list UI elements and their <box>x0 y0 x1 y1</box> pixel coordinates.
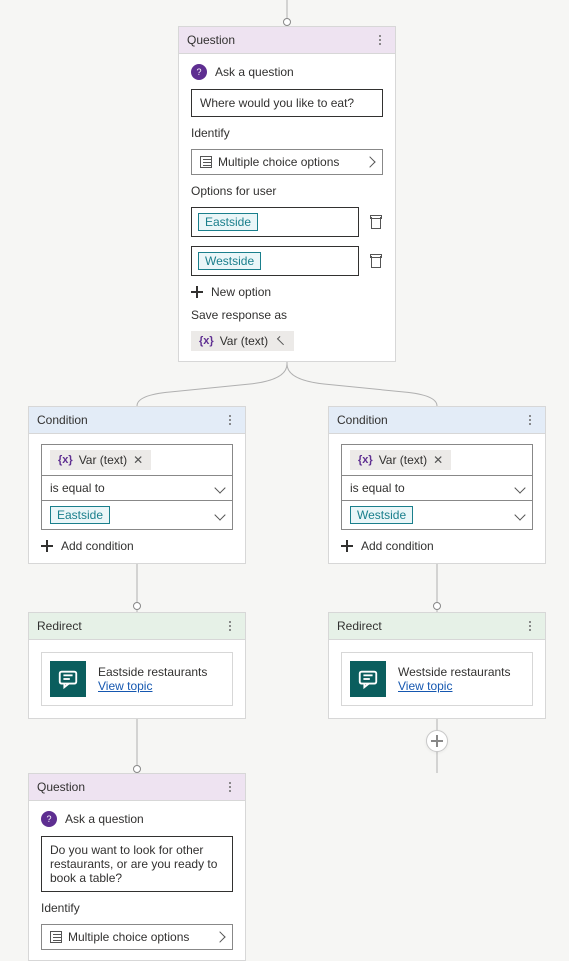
redirect-node: Redirect Eastside restaurants View topic <box>28 612 246 719</box>
connector-node <box>133 765 141 773</box>
node-header-title: Question <box>187 33 235 47</box>
option-chip: Westside <box>198 252 261 270</box>
condition-node-header[interactable]: Condition <box>329 407 545 434</box>
node-header-title: Question <box>37 780 85 794</box>
topic-icon <box>350 661 386 697</box>
view-topic-link[interactable]: View topic <box>398 679 452 693</box>
topic-icon <box>50 661 86 697</box>
identify-value: Multiple choice options <box>68 930 189 944</box>
options-label: Options for user <box>191 184 383 198</box>
variable-prefix: {x} <box>58 454 73 466</box>
more-icon[interactable] <box>523 619 537 633</box>
chevron-right-icon <box>364 156 375 167</box>
operator-dropdown[interactable]: is equal to <box>42 475 232 500</box>
variable-pill[interactable]: {x} Var (text) <box>191 331 294 351</box>
add-condition-label: Add condition <box>361 539 434 553</box>
condition-value-chip: Westside <box>350 506 413 524</box>
add-condition-button[interactable]: Add condition <box>41 539 233 553</box>
redirect-card: Eastside restaurants View topic <box>41 652 233 706</box>
add-node-button[interactable] <box>426 730 448 752</box>
identify-label: Identify <box>191 126 383 140</box>
operator-text: is equal to <box>50 481 105 495</box>
chevron-down-icon <box>214 509 225 520</box>
more-icon[interactable] <box>223 619 237 633</box>
connector-node <box>283 18 291 26</box>
variable-prefix: {x} <box>358 454 373 466</box>
question-prompt-input[interactable]: Do you want to look for other restaurant… <box>41 836 233 892</box>
delete-option-button[interactable] <box>369 254 383 268</box>
condition-value-chip: Eastside <box>50 506 110 524</box>
question-node: Question ? Ask a question Where would yo… <box>178 26 396 362</box>
plus-icon <box>431 735 443 747</box>
variable-name: Var (text) <box>379 453 427 467</box>
variable-name: Var (text) <box>79 453 127 467</box>
node-header-title: Redirect <box>37 619 82 633</box>
chevron-down-icon <box>514 482 525 493</box>
delete-option-button[interactable] <box>369 215 383 229</box>
question-node-header[interactable]: Question <box>179 27 395 54</box>
condition-node: Condition {x} Var (text) ✕ is equal to W… <box>328 406 546 564</box>
chevron-down-icon <box>214 482 225 493</box>
question-prompt-text: Where would you like to eat? <box>200 96 354 110</box>
variable-name: Var (text) <box>220 334 268 348</box>
option-chip: Eastside <box>198 213 258 231</box>
plus-icon <box>191 286 203 298</box>
identify-value: Multiple choice options <box>218 155 339 169</box>
condition-value-dropdown[interactable]: Westside <box>342 500 532 529</box>
more-icon[interactable] <box>373 33 387 47</box>
redirect-node: Redirect Westside restaurants View topic <box>328 612 546 719</box>
question-node: Question ? Ask a question Do you want to… <box>28 773 246 961</box>
new-option-button[interactable]: New option <box>191 285 383 299</box>
redirect-title: Eastside restaurants <box>98 665 207 679</box>
question-prompt-input[interactable]: Where would you like to eat? <box>191 89 383 117</box>
condition-variable-chip[interactable]: {x} Var (text) ✕ <box>50 450 151 470</box>
node-header-title: Condition <box>37 413 88 427</box>
question-node-header[interactable]: Question <box>29 774 245 801</box>
ask-question-subtitle: Ask a question <box>65 812 144 826</box>
operator-dropdown[interactable]: is equal to <box>342 475 532 500</box>
multiple-choice-icon <box>200 156 212 168</box>
plus-icon <box>341 540 353 552</box>
plus-icon <box>41 540 53 552</box>
option-input[interactable]: Westside <box>191 246 359 276</box>
connector-node <box>133 602 141 610</box>
identify-label: Identify <box>41 901 233 915</box>
redirect-title: Westside restaurants <box>398 665 511 679</box>
question-badge-icon: ? <box>191 64 207 80</box>
edit-icon[interactable] <box>274 335 286 347</box>
more-icon[interactable] <box>223 413 237 427</box>
condition-node-header[interactable]: Condition <box>29 407 245 434</box>
connector-node <box>433 602 441 610</box>
chevron-down-icon <box>514 509 525 520</box>
chevron-right-icon <box>214 931 225 942</box>
operator-text: is equal to <box>350 481 405 495</box>
node-header-title: Condition <box>337 413 388 427</box>
ask-question-subtitle: Ask a question <box>215 65 294 79</box>
variable-prefix: {x} <box>199 335 214 347</box>
more-icon[interactable] <box>223 780 237 794</box>
condition-box: {x} Var (text) ✕ is equal to Westside <box>341 444 533 530</box>
condition-value-dropdown[interactable]: Eastside <box>42 500 232 529</box>
condition-box: {x} Var (text) ✕ is equal to Eastside <box>41 444 233 530</box>
multiple-choice-icon <box>50 931 62 943</box>
more-icon[interactable] <box>523 413 537 427</box>
identify-dropdown[interactable]: Multiple choice options <box>41 924 233 950</box>
identify-dropdown[interactable]: Multiple choice options <box>191 149 383 175</box>
redirect-node-header[interactable]: Redirect <box>29 613 245 640</box>
redirect-card: Westside restaurants View topic <box>341 652 533 706</box>
add-condition-button[interactable]: Add condition <box>341 539 533 553</box>
option-input[interactable]: Eastside <box>191 207 359 237</box>
node-header-title: Redirect <box>337 619 382 633</box>
question-badge-icon: ? <box>41 811 57 827</box>
clear-icon[interactable]: ✕ <box>133 453 143 467</box>
redirect-node-header[interactable]: Redirect <box>329 613 545 640</box>
add-condition-label: Add condition <box>61 539 134 553</box>
save-response-label: Save response as <box>191 308 383 322</box>
condition-node: Condition {x} Var (text) ✕ is equal to E… <box>28 406 246 564</box>
question-prompt-text: Do you want to look for other restaurant… <box>50 843 217 885</box>
new-option-label: New option <box>211 285 271 299</box>
clear-icon[interactable]: ✕ <box>433 453 443 467</box>
view-topic-link[interactable]: View topic <box>98 679 152 693</box>
condition-variable-chip[interactable]: {x} Var (text) ✕ <box>350 450 451 470</box>
